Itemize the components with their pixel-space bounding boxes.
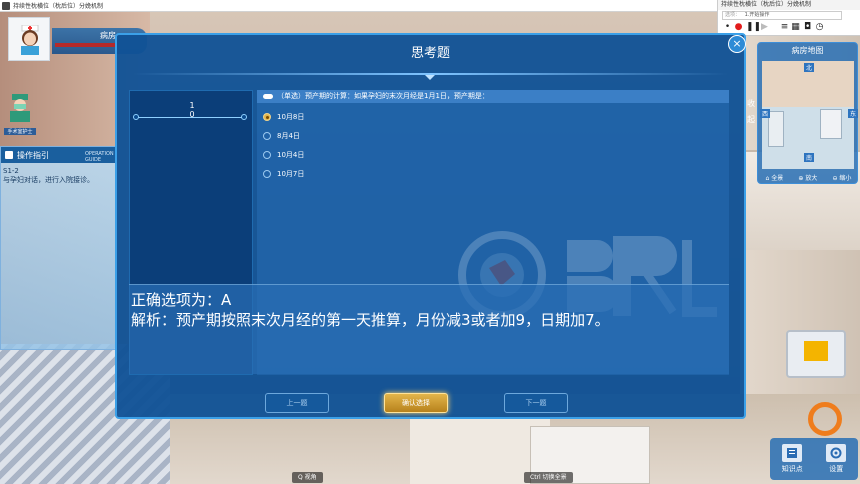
nurse-character[interactable]: 手术室护士 (4, 92, 36, 135)
map-west: 西 (760, 109, 771, 118)
map-north: 北 (804, 63, 815, 72)
bottom-right-toolbar: 知识点 设置 (770, 438, 858, 480)
operation-guide-panel: 操作指引 OPERATION GUIDE S1-2 与孕妇对话，进行入院接诊。 (0, 146, 118, 350)
scene-orange-ring (808, 402, 842, 436)
operation-guide-title: 操作指引 (17, 150, 49, 160)
camera-icon[interactable]: ◘ (803, 23, 812, 32)
option-a[interactable]: 10月8日 (263, 112, 304, 122)
prev-question-button[interactable]: 上一题 (265, 393, 329, 413)
map-full-label: 全景 (771, 174, 784, 182)
map-sink (820, 109, 842, 139)
settings-button[interactable]: 设置 (826, 444, 847, 474)
step-select-label: 选项： (725, 12, 741, 18)
collapse-tab[interactable]: 收 起 (744, 96, 758, 128)
option-d-radio[interactable] (263, 170, 271, 178)
gear-icon (826, 444, 847, 462)
answer-analysis: 解析：预产期按照末次月经的第一天推算，月份减3或者加9，日期加7。 (131, 311, 610, 329)
question-progress-start (133, 114, 139, 120)
question-type-icon (263, 94, 273, 99)
operation-guide-title-en: OPERATION GUIDE (85, 151, 114, 163)
surgical-nurse-icon (10, 94, 30, 122)
question-header: （单选）预产期的计算：如果孕妇的末次月经是1月1日，预产期是： (257, 90, 729, 103)
window-title: 持续性枕横位（枕后位）分娩机制 (13, 3, 104, 10)
step-select[interactable]: 选项： 1.开始操作 (722, 11, 842, 20)
option-d-label: 10月7日 (277, 170, 305, 178)
option-a-radio[interactable] (263, 113, 271, 121)
question-index-current: 1 (189, 101, 195, 110)
control-panel-title: 持续性枕横位（枕后位）分娩机制 (718, 0, 860, 10)
patient-avatar[interactable] (8, 17, 50, 61)
play-icon[interactable]: ▶ (760, 23, 769, 32)
map-zoom-in-label: 放大 (805, 174, 818, 182)
map-zoom-out-button[interactable]: ⊖ 缩小 (832, 173, 851, 182)
option-b[interactable]: 8月4日 (263, 131, 300, 141)
list-icon[interactable]: ≡ (780, 23, 789, 32)
collapse-tab-char-2: 起 (747, 115, 755, 124)
nurse-caption: 手术室护士 (4, 128, 36, 135)
map-door (768, 111, 784, 147)
ward-map-controls: ⌂ 全景 ⊕ 放大 ⊖ 缩小 (758, 170, 859, 184)
modal-title: 思考题 (410, 46, 450, 61)
record-icon[interactable]: ● (734, 23, 743, 32)
next-question-button[interactable]: 下一题 (504, 393, 568, 413)
question-progress-line (136, 117, 246, 118)
modal-title-arrow (425, 75, 435, 80)
modal-close-button[interactable]: × (728, 35, 746, 53)
option-b-label: 8月4日 (277, 132, 300, 140)
clock-icon[interactable]: ◷ (815, 23, 824, 32)
film-icon[interactable]: ▦ (791, 23, 800, 32)
answer-explanation: 正确选项为：A 解析：预产期按照末次月经的第一天推算，月份减3或者加9，日期加7… (129, 284, 729, 374)
settings-label: 设置 (829, 465, 844, 473)
app-icon (2, 1, 10, 10)
book-icon (782, 444, 803, 462)
guide-icon (5, 151, 13, 159)
operation-guide-header: 操作指引 OPERATION GUIDE (1, 147, 117, 163)
correct-answer: 正确选项为：A (131, 291, 232, 309)
map-zoom-out-label: 缩小 (839, 174, 852, 182)
guide-step: S1-2 (3, 167, 19, 175)
ward-map-title: 病房地图 (791, 46, 824, 55)
option-d[interactable]: 10月7日 (263, 169, 304, 179)
thinking-question-modal: 思考题 × 1 0 （单选）预产期的计算：如果孕妇的末次月经是1月1日，预产期是… (115, 33, 746, 419)
option-c-label: 10月4日 (277, 151, 305, 159)
pause-icon[interactable]: ❚❚ (746, 23, 761, 32)
option-c-radio[interactable] (263, 151, 271, 159)
ward-map-panel: 病房地图 北 西 东 南 ⌂ 全景 ⊕ 放大 ⊖ 缩小 (757, 42, 859, 184)
map-full-button[interactable]: ⌂ 全景 (766, 173, 784, 182)
option-b-radio[interactable] (263, 132, 271, 140)
nurse-avatar-icon (21, 25, 39, 55)
knowledge-button[interactable]: 知识点 (782, 444, 803, 474)
question-text: （单选）预产期的计算：如果孕妇的末次月经是1月1日，预产期是： (277, 92, 489, 100)
scene-monitor (786, 330, 846, 378)
view-hint: Q 视角 (292, 472, 323, 483)
option-a-label: 10月8日 (277, 113, 305, 121)
patient-label: 病房 (100, 31, 116, 40)
map-east: 东 (848, 109, 859, 118)
question-progress-end (241, 114, 247, 120)
bullet-icon: • (724, 22, 731, 32)
step-select-value: 1.开始操作 (744, 12, 770, 18)
knowledge-label: 知识点 (781, 465, 803, 473)
map-zoom-in-button[interactable]: ⊕ 放大 (798, 173, 817, 182)
confirm-button[interactable]: 确认选择 (384, 393, 448, 413)
guide-text: 与孕妇对话，进行入院接诊。 (3, 176, 94, 184)
option-c[interactable]: 10月4日 (263, 150, 304, 160)
patient-health-bar (55, 43, 115, 47)
panorama-hint: Ctrl 切换全景 (524, 472, 573, 483)
map-south: 南 (804, 153, 815, 162)
collapse-tab-char-1: 收 (747, 99, 755, 108)
control-panel: 持续性枕横位（枕后位）分娩机制 选项： 1.开始操作 • ● ❚❚ ▶ ≡ ▦ … (717, 0, 860, 36)
